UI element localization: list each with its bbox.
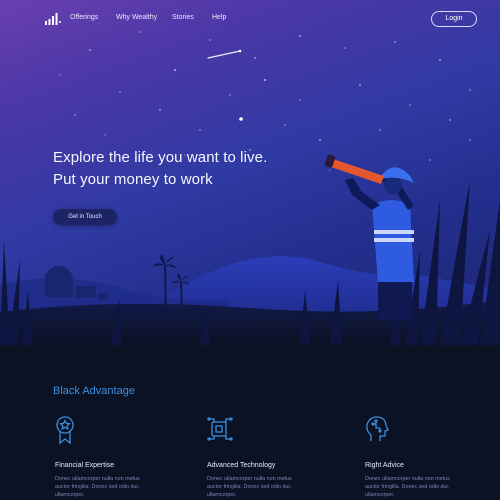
feature-title: Right Advice bbox=[365, 462, 404, 469]
hero-headline-line2: Put your money to work bbox=[53, 171, 213, 188]
feature-right-advice: Right Advice Donec ullamcorper nulla non… bbox=[365, 415, 485, 499]
feature-description: Donec ullamcorper nulla non metus auctor… bbox=[365, 476, 450, 498]
feature-title: Advanced Technology bbox=[207, 462, 276, 469]
nav-item-stories[interactable]: Stories bbox=[172, 14, 194, 21]
brain-icon bbox=[366, 416, 389, 441]
top-navigation: Offerings Why Wealthy Stories Help Login bbox=[0, 10, 500, 28]
advantage-section: Black Advantage Financial Expertise Done… bbox=[0, 345, 500, 500]
feature-financial-expertise: Financial Expertise Donec ullamcorper nu… bbox=[55, 415, 175, 499]
chip-icon bbox=[207, 417, 233, 441]
feature-description: Donec ullamcorper nulla non metus auctor… bbox=[207, 476, 292, 498]
bar-chart-logo-icon[interactable] bbox=[45, 13, 61, 25]
nav-item-help[interactable]: Help bbox=[212, 14, 226, 21]
section-title: Black Advantage bbox=[53, 385, 135, 397]
feature-title: Financial Expertise bbox=[55, 462, 115, 469]
hero-headline-line1: Explore the life you want to live. bbox=[53, 149, 268, 166]
feature-description: Donec ullamcorper nulla non metus auctor… bbox=[55, 476, 140, 498]
nav-item-why-wealthy[interactable]: Why Wealthy bbox=[116, 14, 157, 21]
login-button[interactable]: Login bbox=[431, 11, 477, 27]
hero-headline: Explore the life you want to live. Put y… bbox=[53, 147, 267, 191]
get-in-touch-button[interactable]: Get in Touch bbox=[53, 209, 117, 225]
nav-item-offerings[interactable]: Offerings bbox=[70, 14, 98, 21]
medal-icon bbox=[56, 416, 74, 445]
hero-section: Offerings Why Wealthy Stories Help Login… bbox=[0, 0, 500, 345]
feature-advanced-technology: Advanced Technology Donec ullamcorper nu… bbox=[207, 415, 327, 499]
